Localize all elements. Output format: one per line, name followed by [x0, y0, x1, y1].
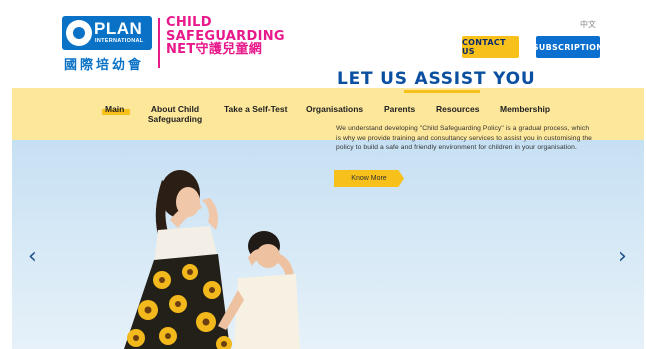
contact-us-button[interactable]: CONTACT US [462, 36, 519, 58]
nav-item-self-test[interactable]: Take a Self-Test [224, 104, 287, 114]
plan-logo-international: INTERNATIONAL [95, 38, 144, 44]
hero-title-underline [404, 90, 480, 93]
site-header: PLAN INTERNATIONAL 國際培幼會 CHILD SAFEGUARD… [0, 0, 646, 88]
carousel-prev-arrow[interactable]: ‹ [28, 246, 37, 268]
site-logo[interactable]: PLAN INTERNATIONAL 國際培幼會 CHILD SAFEGUARD… [62, 16, 285, 73]
nav-item-organisations[interactable]: Organisations [306, 104, 363, 114]
plan-logo-chinese: 國際培幼會 [64, 58, 145, 73]
nav-item-parents[interactable]: Parents [384, 104, 415, 114]
subscription-button[interactable]: SUBSCRIPTION [533, 36, 603, 58]
carousel-next-arrow[interactable]: › [618, 246, 627, 268]
nav-item-about-child-safeguarding[interactable]: About Child Safeguarding [146, 104, 204, 124]
nav-item-main[interactable]: Main [105, 104, 124, 114]
nav-item-membership[interactable]: Membership [500, 104, 550, 114]
plan-international-logo: PLAN INTERNATIONAL [62, 16, 152, 50]
children-photo [124, 170, 300, 349]
csn-line-1: CHILD [166, 15, 212, 30]
plan-logo-word: PLAN [94, 19, 143, 38]
know-more-button[interactable]: Know More [334, 170, 404, 187]
csn-line-2: SAFEGUARDING [166, 28, 285, 44]
child-safeguarding-net-logo: CHILD SAFEGUARDING NET守護兒童網 [166, 16, 285, 57]
csn-line-3-cn: 守護兒童網 [195, 42, 263, 57]
plan-globe-icon [66, 20, 92, 46]
hero-carousel: ‹ › [12, 140, 644, 349]
language-switch-link[interactable]: 中文 [580, 19, 596, 30]
logo-divider [158, 18, 160, 68]
hero-description: We understand developing "Child Safeguar… [336, 125, 592, 151]
hero-title: LET US ASSIST YOU [337, 69, 536, 89]
nav-item-resources[interactable]: Resources [436, 104, 479, 114]
csn-line-3-en: NET [166, 42, 196, 57]
